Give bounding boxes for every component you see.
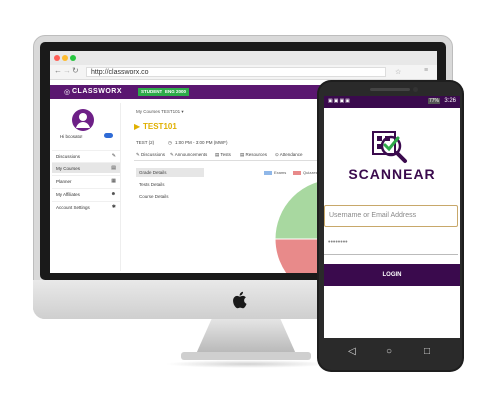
subnav-grade-details[interactable]: Grade Details: [136, 168, 204, 177]
maximize-dot-icon[interactable]: [70, 55, 76, 61]
calendar-icon: ▦: [111, 178, 116, 184]
sidebar-item-label: My Affiliates: [56, 192, 80, 197]
tab-label: Attendance: [279, 152, 303, 157]
course-schedule: 1:00 PM - 3:00 PM (MWF): [175, 140, 228, 145]
sidebar-item-discussions[interactable]: Discussions ✎: [52, 150, 120, 161]
subnav-course-details[interactable]: Course Details: [136, 192, 204, 201]
chat-icon: ✎: [111, 153, 116, 159]
classworx-logo-icon: ◎: [64, 89, 71, 96]
brand-title: SCANNEAR: [324, 166, 460, 182]
imac-stand-base: [181, 352, 311, 360]
sidebar-item-account-settings[interactable]: Account Settings ✱: [52, 201, 120, 212]
toggle-switch[interactable]: [104, 133, 113, 138]
gear-icon: ✱: [111, 204, 116, 210]
user-silhouette-icon: [76, 113, 90, 128]
subnav-tests-details[interactable]: Tests Details: [136, 180, 204, 189]
phone-screen: ▣▣▣▣ 77% 3:26 SCANNEAR Username or Email…: [324, 96, 460, 338]
greeting-text: Hi bcosato!: [60, 134, 83, 139]
sidebar-item-label: Planner: [56, 179, 72, 184]
url-bar[interactable]: http://classworx.co: [86, 67, 386, 77]
close-dot-icon[interactable]: [54, 55, 60, 61]
notification-icons: ▣▣▣▣: [328, 98, 351, 104]
legend-swatch-exams: [264, 171, 272, 175]
stand-shadow: [165, 360, 330, 368]
imac-stand: [196, 318, 296, 354]
bookmark-star-icon[interactable]: ☆: [395, 68, 401, 76]
username-field[interactable]: Username or Email Address: [324, 205, 458, 227]
reload-icon[interactable]: ↻: [72, 66, 79, 75]
tab-label: Resources: [245, 152, 268, 157]
phone-camera: [413, 87, 418, 92]
home-nav-icon[interactable]: ○: [386, 346, 392, 357]
breadcrumb[interactable]: My Courses TEST101 ▾: [136, 109, 184, 115]
course-title: TEST101: [143, 122, 177, 131]
sidebar-item-label: Discussions: [56, 154, 81, 159]
scannear-logo-icon: [372, 131, 407, 163]
phone-status-bar: ▣▣▣▣ 77% 3:26: [324, 96, 460, 108]
eng-2000-button[interactable]: ENG 2000: [162, 88, 190, 96]
clock-icon: ◷: [168, 140, 172, 145]
sidebar-item-label: Account Settings: [56, 205, 90, 210]
tab-attendance[interactable]: ⊙ Attendance: [275, 152, 303, 158]
sidebar-item-my-courses[interactable]: My Courses ▤: [52, 162, 120, 173]
forward-arrow-icon[interactable]: →: [63, 66, 71, 75]
tab-resources[interactable]: ▤ Resources: [240, 152, 267, 158]
legend-label-exams: Exams: [274, 170, 287, 175]
battery-indicator: 77%: [427, 98, 440, 104]
book-icon: ▤: [111, 165, 116, 171]
brand-title-text: SCANNEAR: [348, 166, 436, 182]
login-button[interactable]: LOGIN: [324, 264, 460, 286]
tab-label: Tests: [220, 152, 231, 157]
sidebar-item-label: My Courses: [56, 166, 81, 171]
avatar[interactable]: [72, 109, 94, 131]
status-time: 3:26: [444, 98, 456, 104]
recents-nav-icon[interactable]: □: [424, 346, 430, 357]
browser-menu-icon[interactable]: ≡: [424, 67, 428, 74]
back-arrow-icon[interactable]: ←: [54, 66, 62, 75]
tab-label: Announcements: [174, 152, 208, 157]
tab-announcements[interactable]: ✎ Announcements: [170, 152, 207, 158]
people-icon: ☻: [110, 191, 116, 197]
tab-label: Discussions: [141, 152, 166, 157]
browser-titlebar: [50, 51, 437, 65]
legend-swatch-quizzes: [293, 171, 301, 175]
apple-logo-icon: [233, 291, 247, 309]
tab-tests[interactable]: ▤ Tests: [215, 152, 231, 158]
app-logo-text[interactable]: CLASSWORX: [72, 88, 122, 95]
password-field[interactable]: ••••••••: [324, 233, 458, 255]
minimize-dot-icon[interactable]: [62, 55, 68, 61]
back-nav-icon[interactable]: ◁: [348, 346, 356, 357]
sidebar-item-my-affiliates[interactable]: My Affiliates ☻: [52, 188, 120, 199]
course-section: TEST (2): [136, 140, 155, 145]
course-flag-icon: ▶: [134, 122, 141, 131]
sidebar-item-planner[interactable]: Planner ▦: [52, 175, 120, 186]
tab-discussions[interactable]: ✎ Discussions: [136, 152, 165, 158]
phone-speaker: [370, 88, 410, 91]
legend-label-quizzes: Quizzes: [303, 170, 318, 175]
